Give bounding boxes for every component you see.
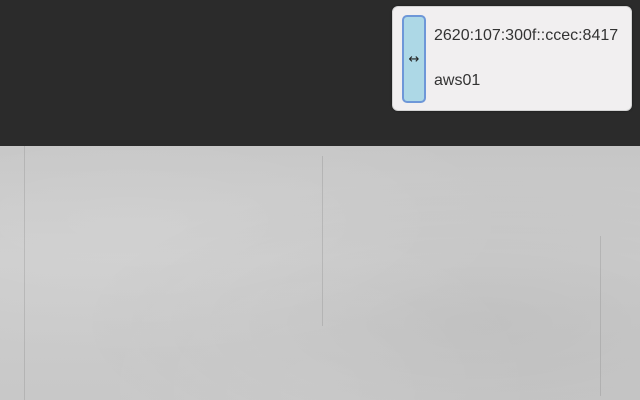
concrete-crack [600, 236, 601, 396]
concrete-crack [24, 146, 25, 400]
swap-toggle-button[interactable]: ↔ [402, 15, 426, 103]
concrete-crack [322, 156, 323, 326]
ip-info-popup: ↔ 2620:107:300f::ccec:8417 aws01 [392, 6, 632, 111]
concrete-background [0, 146, 640, 400]
ip-address-text: 2620:107:300f::ccec:8417 [434, 27, 619, 44]
left-right-arrow-icon: ↔ [408, 51, 420, 67]
hostname-text: aws01 [434, 72, 481, 89]
